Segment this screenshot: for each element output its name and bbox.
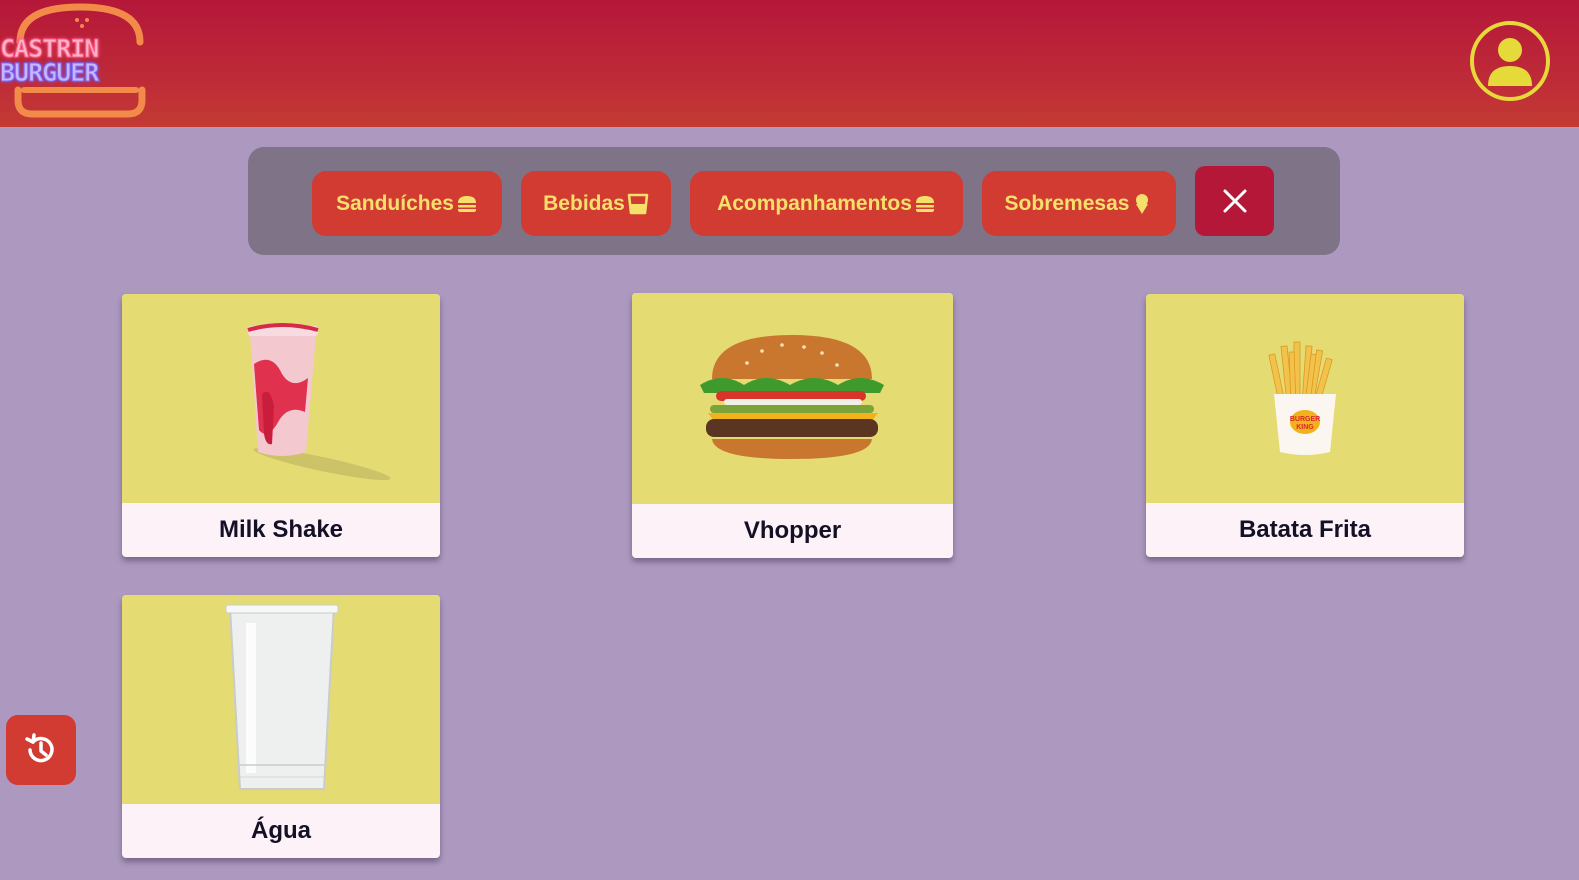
milkshake-image — [122, 294, 440, 503]
history-button[interactable] — [6, 715, 76, 785]
fries-image: BURGER KING — [1146, 294, 1464, 503]
product-card-milk-shake[interactable]: Milk Shake — [122, 294, 440, 557]
close-icon — [1223, 189, 1246, 213]
burger-icon — [914, 193, 936, 215]
product-card-vhopper[interactable]: Vhopper — [632, 293, 953, 558]
category-sobremesas-button[interactable]: Sobremesas — [982, 171, 1176, 236]
product-name: Água — [251, 817, 311, 844]
profile-button[interactable] — [1470, 21, 1550, 101]
history-icon — [25, 733, 54, 763]
water-glass-image — [122, 595, 440, 804]
burger-icon — [456, 193, 478, 215]
product-name: Vhopper — [743, 517, 842, 544]
category-bebidas-button[interactable]: Bebidas — [521, 171, 671, 236]
category-label: Sanduíches — [336, 191, 454, 215]
brand-name-line2: BURGUER — [0, 58, 100, 87]
product-card-agua[interactable]: Água — [122, 595, 440, 858]
badge-line1: BURGER — [1290, 416, 1320, 423]
category-label: Sobremesas — [1004, 191, 1130, 215]
brand-logo[interactable]: CASTRIN BURGUER — [0, 2, 160, 120]
category-label: Bebidas — [543, 191, 625, 215]
burger-image — [632, 293, 953, 504]
cup-icon — [627, 193, 649, 215]
top-bar: CASTRIN BURGUER — [0, 0, 1579, 127]
category-acompanhamentos-button[interactable]: Acompanhamentos — [690, 171, 963, 236]
category-label: Acompanhamentos — [717, 191, 912, 215]
ice-cream-icon — [1131, 193, 1153, 215]
category-panel: Sanduíches Bebidas Acompanhamentos Sobre… — [248, 147, 1340, 255]
badge-line2: KING — [1296, 424, 1314, 431]
category-sanduiches-button[interactable]: Sanduíches — [312, 171, 502, 236]
user-circle-icon — [1488, 38, 1532, 86]
product-name: Milk Shake — [218, 516, 344, 543]
product-card-batata-frita[interactable]: BURGER KING Batata Frita — [1146, 294, 1464, 557]
close-button[interactable] — [1195, 166, 1274, 236]
product-name: Batata Frita — [1238, 516, 1372, 543]
